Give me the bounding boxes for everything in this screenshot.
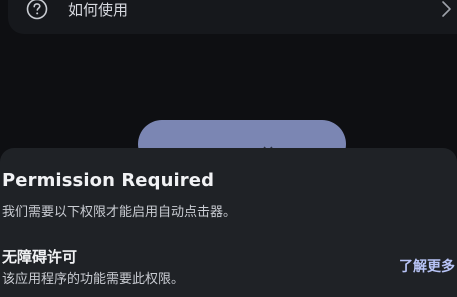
help-list-item[interactable]: 如何使用 — [8, 0, 457, 34]
permission-name: 无障碍许可 — [2, 248, 78, 266]
screen: 如何使用 Permission Required 我们需要以下权限才能启用自动点… — [0, 0, 457, 297]
chevron-right-icon — [440, 0, 452, 18]
permission-description: 该应用程序的功能需要此权限。 — [2, 272, 185, 287]
sheet-title: Permission Required — [2, 170, 215, 191]
learn-more-link[interactable]: 了解更多 — [399, 256, 455, 276]
permission-bottom-sheet: Permission Required 我们需要以下权限才能启用自动点击器。 无… — [0, 148, 457, 297]
help-item-label: 如何使用 — [68, 1, 129, 19]
help-circle-icon — [26, 0, 48, 20]
sheet-description: 我们需要以下权限才能启用自动点击器。 — [2, 205, 237, 220]
